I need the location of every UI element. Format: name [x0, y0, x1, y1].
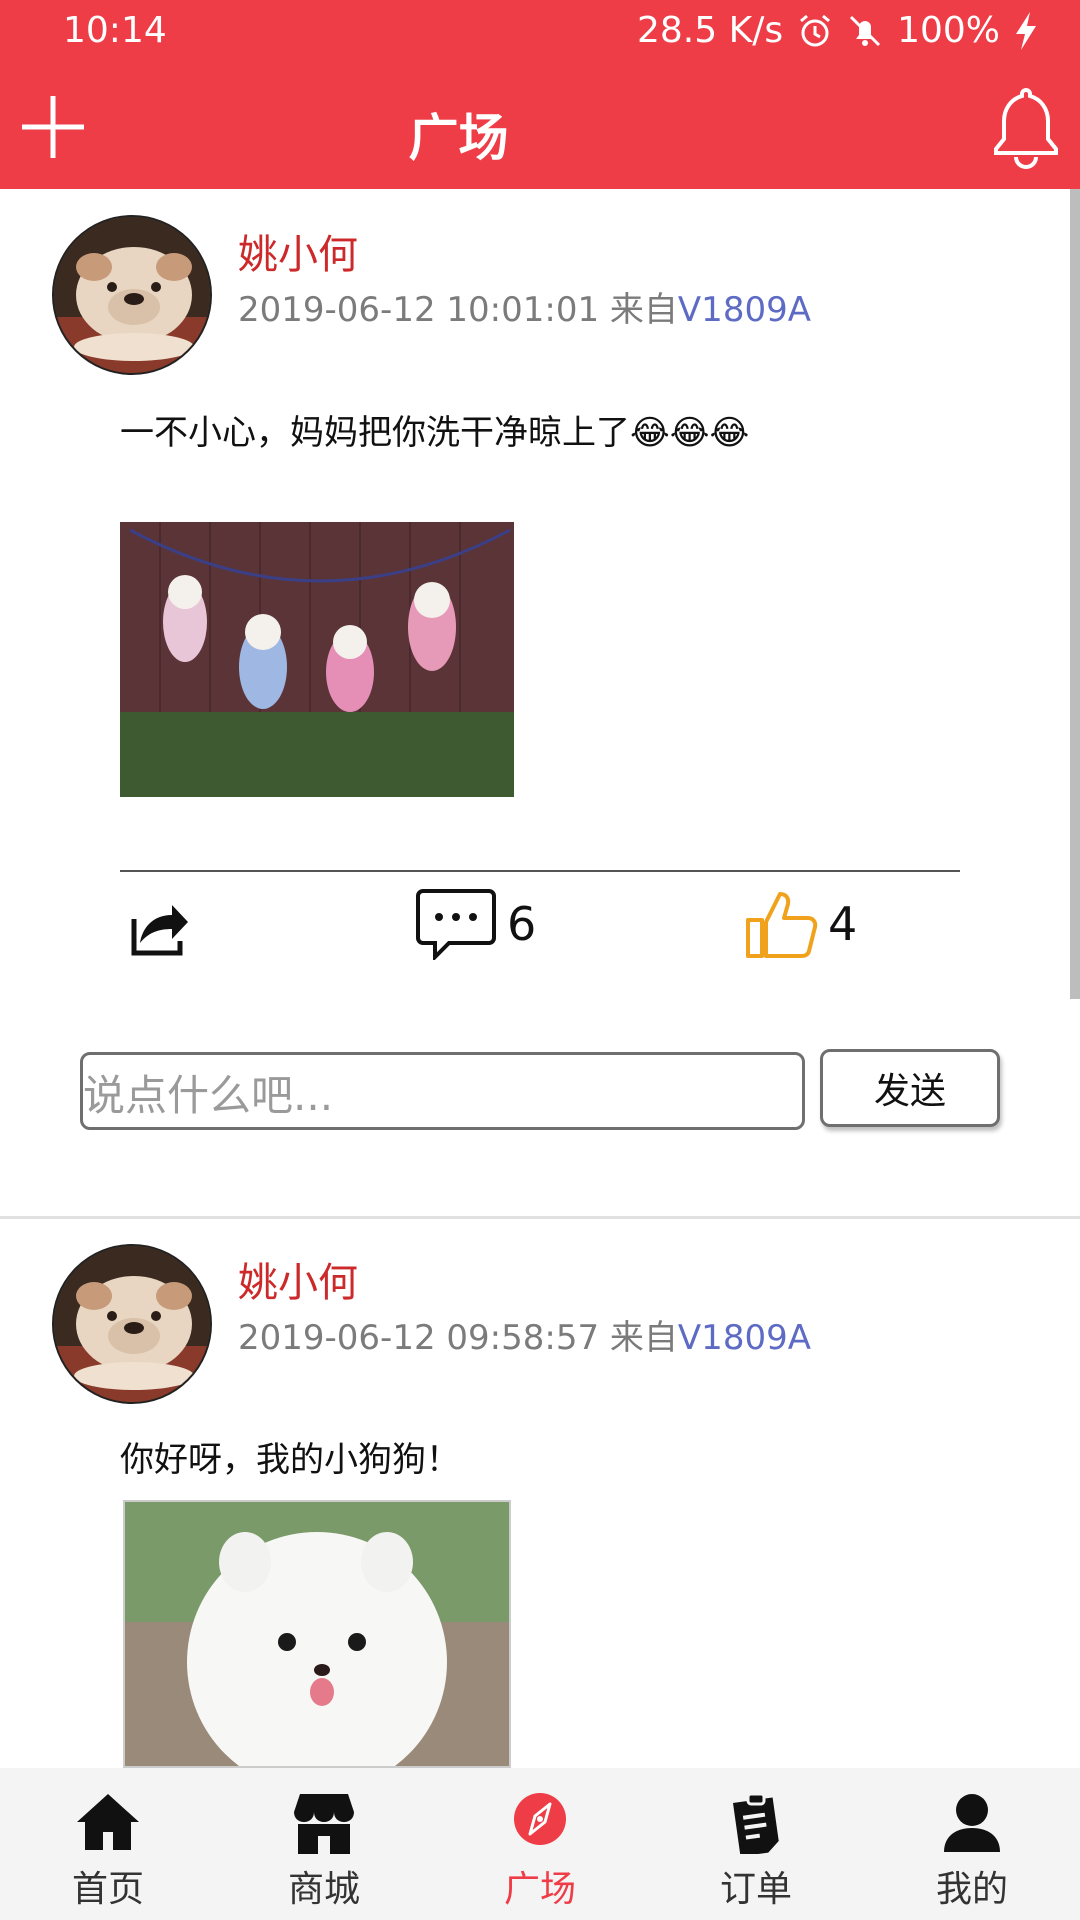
avatar[interactable] [52, 1244, 212, 1404]
nav-label: 商城 [287, 1869, 360, 1910]
bottom-nav: 首页 商城 广场 订单 我的 [0, 1768, 1080, 1920]
nav-item-square[interactable]: 广场 [432, 1768, 648, 1920]
post-timestamp: 2019-06-12 09:58:57 [238, 1318, 600, 1358]
nav-item-home[interactable]: 首页 [0, 1768, 216, 1920]
post-username[interactable]: 姚小何 [238, 1250, 358, 1308]
scrollbar[interactable] [1070, 189, 1080, 999]
post-photo[interactable] [123, 1500, 511, 1768]
user-icon [944, 1794, 1000, 1852]
nav-item-mine[interactable]: 我的 [864, 1768, 1080, 1920]
post-from-label: 来自 [609, 1318, 678, 1358]
post-text: 你好呀，我的小狗狗！ [120, 1440, 460, 1480]
nav-label: 订单 [719, 1869, 792, 1910]
nav-label: 首页 [71, 1869, 144, 1910]
nav-item-orders[interactable]: 订单 [648, 1768, 864, 1920]
nav-label: 我的 [935, 1869, 1008, 1910]
clipboard-icon [732, 1792, 779, 1854]
compass-icon [514, 1793, 566, 1845]
white-pomeranian-image [125, 1502, 509, 1766]
post-card: 姚小何 2019-06-12 09:58:57 来自V1809A 你好呀，我的小… [0, 0, 1070, 1768]
nav-label: 广场 [503, 1869, 576, 1910]
post-device: V1809A [677, 1318, 811, 1358]
home-icon [77, 1794, 139, 1850]
nav-item-store[interactable]: 商城 [216, 1768, 432, 1920]
store-icon [294, 1794, 354, 1854]
post-meta: 2019-06-12 09:58:57 来自V1809A [238, 1310, 811, 1359]
bulldog-avatar-image [54, 1246, 210, 1402]
